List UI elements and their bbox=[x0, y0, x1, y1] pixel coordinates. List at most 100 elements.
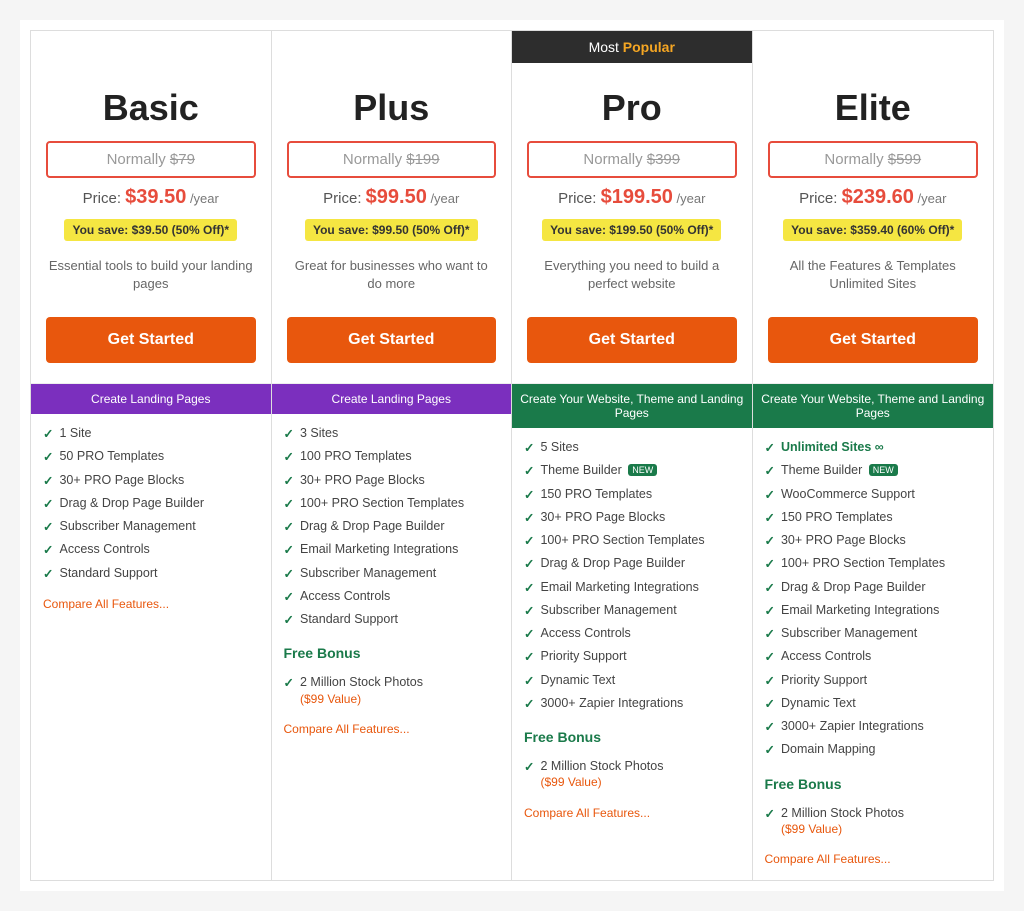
check-icon: ✓ bbox=[765, 463, 775, 479]
elite-feature-7: ✓Drag & Drop Page Builder bbox=[765, 576, 982, 599]
basic-normally: Normally $79 bbox=[46, 141, 256, 178]
elite-feature-list: ✓Unlimited Sites ∞ ✓Theme Builder NEW ✓W… bbox=[753, 428, 994, 770]
plus-compare-link[interactable]: Compare All Features... bbox=[272, 718, 512, 740]
check-icon: ✓ bbox=[765, 580, 775, 596]
check-icon: ✓ bbox=[284, 426, 294, 442]
pricing-grid: Basic Normally $79 Price: $39.50 /year Y… bbox=[30, 30, 994, 881]
basic-feature-list: ✓1 Site ✓50 PRO Templates ✓30+ PRO Page … bbox=[31, 414, 271, 593]
check-icon: ✓ bbox=[765, 603, 775, 619]
pro-savings: You save: $199.50 (50% Off)* bbox=[542, 219, 721, 241]
elite-feature-5: ✓30+ PRO Page Blocks bbox=[765, 529, 982, 552]
basic-features: Create Landing Pages ✓1 Site ✓50 PRO Tem… bbox=[31, 384, 271, 625]
pro-feature-3: ✓150 PRO Templates bbox=[524, 483, 740, 506]
elite-header: Elite Normally $599 Price: $239.60 /year… bbox=[753, 67, 994, 384]
check-icon: ✓ bbox=[524, 440, 534, 456]
new-badge: NEW bbox=[628, 464, 657, 476]
elite-compare-link[interactable]: Compare All Features... bbox=[753, 848, 994, 870]
basic-price: $39.50 bbox=[125, 186, 186, 208]
elite-feature-13: ✓3000+ Zapier Integrations bbox=[765, 715, 982, 738]
check-icon: ✓ bbox=[765, 440, 775, 456]
check-icon: ✓ bbox=[765, 673, 775, 689]
plus-section-header: Create Landing Pages bbox=[272, 384, 512, 414]
check-icon: ✓ bbox=[284, 612, 294, 628]
check-icon: ✓ bbox=[765, 806, 775, 822]
elite-section-header: Create Your Website, Theme and Landing P… bbox=[753, 384, 994, 428]
basic-plan-name: Basic bbox=[46, 87, 256, 129]
pro-feature-9: ✓Access Controls bbox=[524, 622, 740, 645]
elite-feature-12: ✓Dynamic Text bbox=[765, 692, 982, 715]
pro-price-line: Price: $199.50 /year bbox=[527, 186, 737, 209]
pro-bonus-1: ✓ 2 Million Stock Photos ($99 Value) bbox=[524, 755, 740, 794]
basic-feature-1: ✓1 Site bbox=[43, 422, 259, 445]
pro-compare-link[interactable]: Compare All Features... bbox=[512, 802, 752, 824]
elite-feature-1: ✓Unlimited Sites ∞ bbox=[765, 436, 982, 459]
basic-price-line: Price: $39.50 /year bbox=[46, 186, 256, 209]
pro-features: Create Your Website, Theme and Landing P… bbox=[512, 384, 752, 834]
pro-feature-1: ✓5 Sites bbox=[524, 436, 740, 459]
plus-plan-name: Plus bbox=[287, 87, 497, 129]
plus-features: Create Landing Pages ✓3 Sites ✓100 PRO T… bbox=[272, 384, 512, 750]
check-icon: ✓ bbox=[284, 496, 294, 512]
check-icon: ✓ bbox=[524, 463, 534, 479]
check-icon: ✓ bbox=[765, 649, 775, 665]
pro-feature-5: ✓100+ PRO Section Templates bbox=[524, 529, 740, 552]
check-icon: ✓ bbox=[765, 626, 775, 642]
pro-feature-7: ✓Email Marketing Integrations bbox=[524, 576, 740, 599]
basic-get-started[interactable]: Get Started bbox=[46, 317, 256, 363]
plan-elite: Elite Normally $599 Price: $239.60 /year… bbox=[753, 31, 994, 880]
check-icon: ✓ bbox=[284, 449, 294, 465]
elite-price-line: Price: $239.60 /year bbox=[768, 186, 979, 209]
plus-bonus-1: ✓ 2 Million Stock Photos ($99 Value) bbox=[284, 671, 500, 710]
pro-feature-12: ✓3000+ Zapier Integrations bbox=[524, 692, 740, 715]
plan-plus: Plus Normally $199 Price: $99.50 /year Y… bbox=[272, 31, 513, 880]
pro-normally: Normally $399 bbox=[527, 141, 737, 178]
check-icon: ✓ bbox=[284, 675, 294, 691]
basic-feature-6: ✓Access Controls bbox=[43, 538, 259, 561]
plus-feature-9: ✓Standard Support bbox=[284, 608, 500, 631]
plus-feature-7: ✓Subscriber Management bbox=[284, 562, 500, 585]
basic-desc: Essential tools to build your landing pa… bbox=[46, 257, 256, 297]
plus-desc: Great for businesses who want to do more bbox=[287, 257, 497, 297]
check-icon: ✓ bbox=[765, 510, 775, 526]
check-icon: ✓ bbox=[284, 566, 294, 582]
basic-feature-2: ✓50 PRO Templates bbox=[43, 445, 259, 468]
basic-strikethrough: $79 bbox=[170, 151, 195, 168]
check-icon: ✓ bbox=[524, 759, 534, 775]
basic-feature-4: ✓Drag & Drop Page Builder bbox=[43, 492, 259, 515]
pro-plan-name: Pro bbox=[527, 87, 737, 129]
elite-normally: Normally $599 bbox=[768, 141, 979, 178]
check-icon: ✓ bbox=[765, 487, 775, 503]
check-icon: ✓ bbox=[765, 719, 775, 735]
check-icon: ✓ bbox=[765, 556, 775, 572]
basic-compare-link[interactable]: Compare All Features... bbox=[31, 593, 271, 615]
elite-desc: All the Features & Templates Unlimited S… bbox=[768, 257, 979, 297]
pro-desc: Everything you need to build a perfect w… bbox=[527, 257, 737, 297]
most-popular-banner: Most Popular bbox=[512, 31, 752, 63]
check-icon: ✓ bbox=[43, 519, 53, 535]
plus-feature-5: ✓Drag & Drop Page Builder bbox=[284, 515, 500, 538]
plus-strikethrough: $199 bbox=[406, 151, 439, 168]
check-icon: ✓ bbox=[524, 510, 534, 526]
plus-feature-1: ✓3 Sites bbox=[284, 422, 500, 445]
check-icon: ✓ bbox=[43, 426, 53, 442]
plus-feature-list: ✓3 Sites ✓100 PRO Templates ✓30+ PRO Pag… bbox=[272, 414, 512, 639]
basic-savings: You save: $39.50 (50% Off)* bbox=[64, 219, 237, 241]
basic-feature-3: ✓30+ PRO Page Blocks bbox=[43, 469, 259, 492]
elite-feature-10: ✓Access Controls bbox=[765, 645, 982, 668]
plus-get-started[interactable]: Get Started bbox=[287, 317, 497, 363]
pro-wrapper: Most Popular Pro Normally $399 Price: $1… bbox=[512, 67, 752, 834]
check-icon: ✓ bbox=[524, 603, 534, 619]
check-icon: ✓ bbox=[524, 626, 534, 642]
pricing-wrapper: Basic Normally $79 Price: $39.50 /year Y… bbox=[20, 20, 1004, 891]
plus-feature-3: ✓30+ PRO Page Blocks bbox=[284, 469, 500, 492]
pro-header: Pro Normally $399 Price: $199.50 /year Y… bbox=[512, 67, 752, 384]
check-icon: ✓ bbox=[524, 649, 534, 665]
check-icon: ✓ bbox=[43, 542, 53, 558]
elite-get-started[interactable]: Get Started bbox=[768, 317, 979, 363]
elite-price: $239.60 bbox=[842, 186, 914, 208]
plus-price: $99.50 bbox=[366, 186, 427, 208]
pro-section-header: Create Your Website, Theme and Landing P… bbox=[512, 384, 752, 428]
basic-section-header: Create Landing Pages bbox=[31, 384, 271, 414]
pro-get-started[interactable]: Get Started bbox=[527, 317, 737, 363]
plan-pro: Most Popular Pro Normally $399 Price: $1… bbox=[512, 31, 753, 880]
